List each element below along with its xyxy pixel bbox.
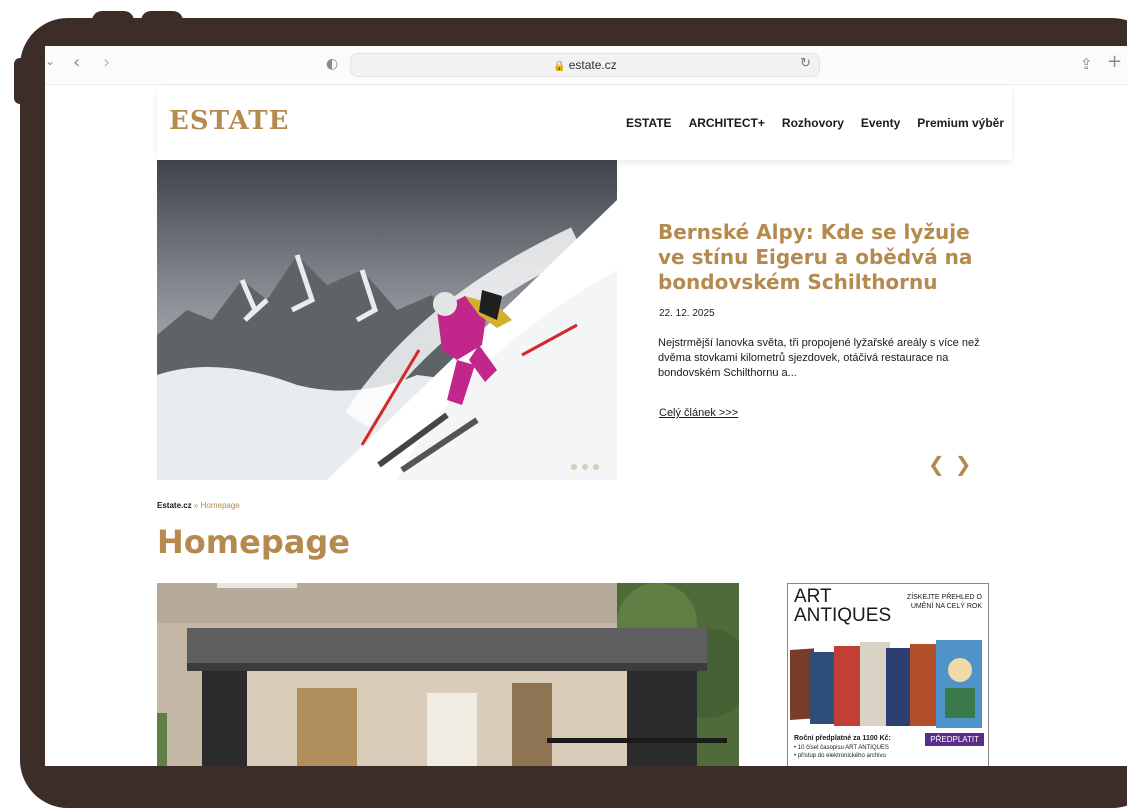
nav-item-architect[interactable]: ARCHITECT+ xyxy=(689,116,765,130)
read-more-link[interactable]: Celý článek >>> xyxy=(659,407,738,419)
share-icon[interactable]: ⇪ xyxy=(1080,55,1093,73)
nav-item-eventy[interactable]: Eventy xyxy=(861,116,900,130)
site-header: ESTATE ESTATE ARCHITECT+ Rozhovory Event… xyxy=(157,86,1012,160)
address-text: 🔒 estate.cz xyxy=(351,58,819,72)
carousel-dot[interactable] xyxy=(571,464,577,470)
hero-date: 22. 12. 2025 xyxy=(659,308,715,319)
ad-title: ART ANTIQUES xyxy=(794,586,892,626)
hero-excerpt: Nejstrmější lanovka světa, tři propojené… xyxy=(658,337,980,379)
magazine-covers xyxy=(790,640,982,728)
back-icon[interactable]: ‹ xyxy=(73,54,80,72)
main-nav: ESTATE ARCHITECT+ Rozhovory Eventy Premi… xyxy=(626,116,1004,130)
carousel-dots xyxy=(571,464,599,470)
sidebar-chevron-icon[interactable]: ⌄ xyxy=(45,52,55,70)
reload-icon[interactable]: ↻ xyxy=(800,56,811,71)
subscribe-button[interactable]: PŘEDPLATIT xyxy=(925,733,984,746)
page-title: Homepage xyxy=(157,523,350,561)
ad-bullet: • přístup do elektronického archivu xyxy=(794,753,886,759)
prev-arrow-icon[interactable]: ❮ xyxy=(928,454,945,474)
nav-item-estate[interactable]: ESTATE xyxy=(626,116,672,130)
breadcrumb-current: Homepage xyxy=(200,501,240,510)
breadcrumb-home[interactable]: Estate.cz xyxy=(157,501,192,510)
article-image[interactable] xyxy=(157,583,739,766)
site-logo[interactable]: ESTATE xyxy=(169,106,289,136)
progress-bar xyxy=(547,738,727,743)
carousel-arrows: ❮ ❯ xyxy=(928,454,972,474)
carousel-dot[interactable] xyxy=(582,464,588,470)
breadcrumb-separator: » xyxy=(193,501,199,510)
hero-title[interactable]: Bernské Alpy: Kde se lyžuje ve stínu Eig… xyxy=(658,220,988,295)
breadcrumb: Estate.cz » Homepage xyxy=(157,501,240,510)
carousel-dot[interactable] xyxy=(593,464,599,470)
url: estate.cz xyxy=(568,58,617,72)
screen: ⌄ ‹ › ◐ 🔒 estate.cz ↻ ⇪ + ESTATE ESTATE A… xyxy=(45,46,1127,766)
lock-icon: 🔒 xyxy=(553,61,566,72)
skier-scene xyxy=(157,160,617,480)
next-arrow-icon[interactable]: ❯ xyxy=(955,454,972,474)
forward-icon[interactable]: › xyxy=(103,54,110,72)
ad-tagline: ZÍSKEJTE PŘEHLED O UMĚNÍ NA CELÝ ROK xyxy=(906,594,982,610)
ad-bullet: • 10 čísel časopisu ART ANTIQUES xyxy=(794,745,889,751)
advertisement[interactable]: ART ANTIQUES ZÍSKEJTE PŘEHLED O UMĚNÍ NA… xyxy=(787,583,989,766)
nav-item-premium[interactable]: Premium výběr xyxy=(917,116,1004,130)
ad-bullets: • 10 čísel časopisu ART ANTIQUES • příst… xyxy=(794,744,889,760)
privacy-shield-icon[interactable]: ◐ xyxy=(326,55,338,73)
browser-toolbar: ⌄ ‹ › ◐ 🔒 estate.cz ↻ ⇪ + xyxy=(45,46,1127,85)
new-tab-icon[interactable]: + xyxy=(1107,53,1122,71)
hero-image[interactable] xyxy=(157,160,617,480)
address-bar[interactable]: 🔒 estate.cz ↻ xyxy=(350,53,820,77)
nav-item-rozhovory[interactable]: Rozhovory xyxy=(782,116,844,130)
ad-price: Roční předplatné za 1100 Kč: xyxy=(794,735,891,742)
